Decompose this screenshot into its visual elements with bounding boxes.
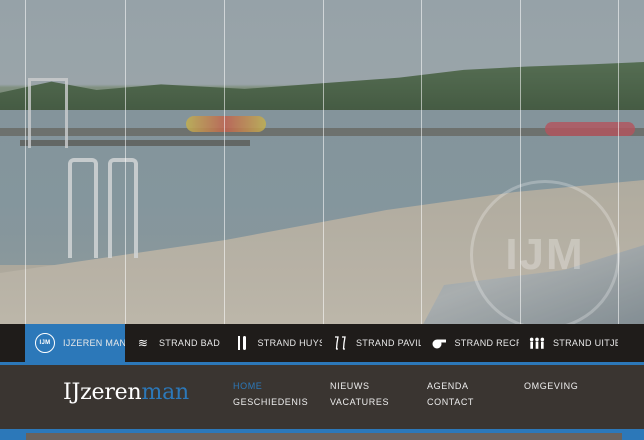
menu-vacatures[interactable]: VACATURES	[330, 397, 427, 407]
section-nav: IJM IJZEREN MAN ≋ STRAND BAD STRAND HUYS…	[0, 324, 644, 362]
divider-line	[224, 0, 225, 324]
content-panel-edge	[26, 433, 622, 440]
divider-line	[520, 0, 521, 324]
ijm-watermark: IJM	[470, 180, 620, 324]
glasses-icon	[332, 335, 348, 351]
divider-line	[618, 0, 619, 324]
ijm-logo-icon: IJM	[35, 333, 55, 353]
nav-item-label: STRAND HUYS	[257, 338, 323, 348]
logo-text-primary: IJzeren	[63, 380, 142, 405]
divider-line	[125, 0, 126, 324]
divider-line	[25, 0, 26, 324]
nav-item-ijzeren-man[interactable]: IJM IJZEREN MAN	[25, 324, 125, 362]
group-icon	[529, 335, 545, 351]
logo-text-accent: man	[141, 380, 189, 405]
nav-item-strand-paviljoen[interactable]: STRAND PAVILJOEN	[322, 324, 421, 362]
hero-image: IJM	[0, 0, 644, 324]
menu-omgeving[interactable]: OMGEVING	[524, 381, 621, 391]
nav-item-strand-bad[interactable]: ≋ STRAND BAD	[125, 324, 224, 362]
menu-geschiedenis[interactable]: GESCHIEDENIS	[233, 397, 330, 407]
divider-line	[323, 0, 324, 324]
nav-item-strand-uitjes[interactable]: STRAND UITJES	[519, 324, 618, 362]
nav-item-strand-recreatie[interactable]: STRAND RECREATIE	[421, 324, 520, 362]
menu-agenda[interactable]: AGENDA	[427, 381, 524, 391]
nav-item-label: IJZEREN MAN	[63, 338, 125, 348]
bottom-accent-bar	[0, 429, 644, 440]
nav-item-label: STRAND PAVILJOEN	[356, 338, 421, 348]
whistle-icon	[431, 335, 447, 351]
menu-nieuws[interactable]: NIEUWS	[330, 381, 427, 391]
divider-line	[421, 0, 422, 324]
nav-item-label: STRAND RECREATIE	[454, 338, 520, 348]
menu-home[interactable]: HOME	[233, 381, 330, 391]
nav-item-label: STRAND BAD	[159, 338, 221, 348]
site-header-bar: IJzerenman HOME NIEUWS AGENDA OMGEVING G…	[0, 365, 644, 429]
waves-icon: ≋	[137, 336, 149, 350]
cutlery-icon	[234, 335, 250, 351]
main-menu: HOME NIEUWS AGENDA OMGEVING GESCHIEDENIS…	[233, 381, 621, 407]
nav-item-strand-huys[interactable]: STRAND HUYS	[224, 324, 323, 362]
menu-contact[interactable]: CONTACT	[427, 397, 524, 407]
nav-item-label: STRAND UITJES	[553, 338, 618, 348]
site-logo[interactable]: IJzerenman	[63, 379, 189, 407]
